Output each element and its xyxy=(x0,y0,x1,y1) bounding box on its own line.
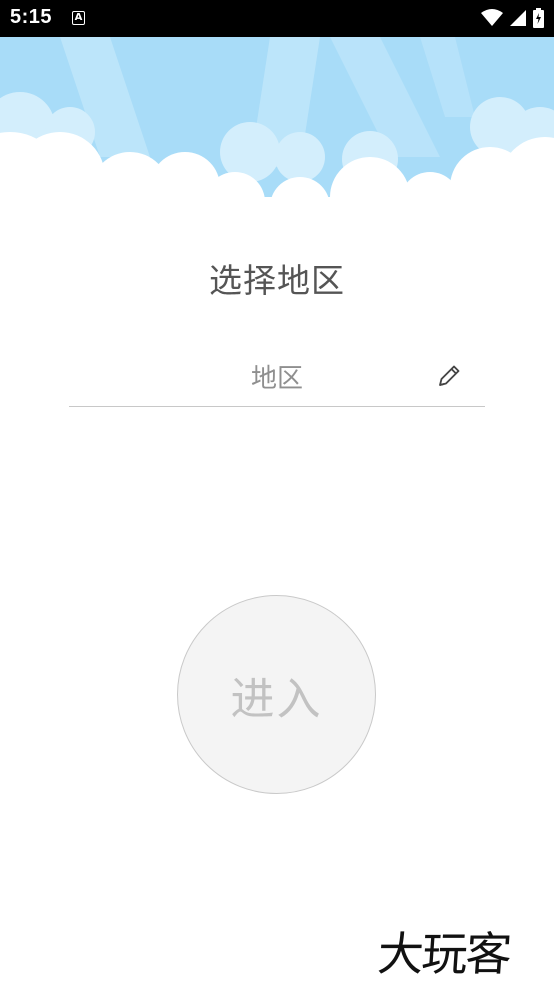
signal-icon xyxy=(510,10,526,26)
status-bar: 5:15 A xyxy=(0,0,554,37)
watermark-logo: 大玩客 xyxy=(375,927,512,981)
enter-button-label: 进入 xyxy=(230,673,323,725)
region-field[interactable]: 地区 xyxy=(69,350,485,407)
sky-clouds-banner xyxy=(0,37,554,217)
status-icons xyxy=(481,8,544,28)
notification-icon: A xyxy=(72,11,85,25)
pencil-icon[interactable] xyxy=(435,362,463,390)
region-value: 地区 xyxy=(250,364,303,394)
page-title: 选择地区 xyxy=(209,261,345,300)
battery-icon xyxy=(533,8,544,28)
wifi-icon xyxy=(481,9,503,26)
status-time: 5:15 xyxy=(10,6,53,28)
enter-button[interactable]: 进入 xyxy=(177,595,376,794)
